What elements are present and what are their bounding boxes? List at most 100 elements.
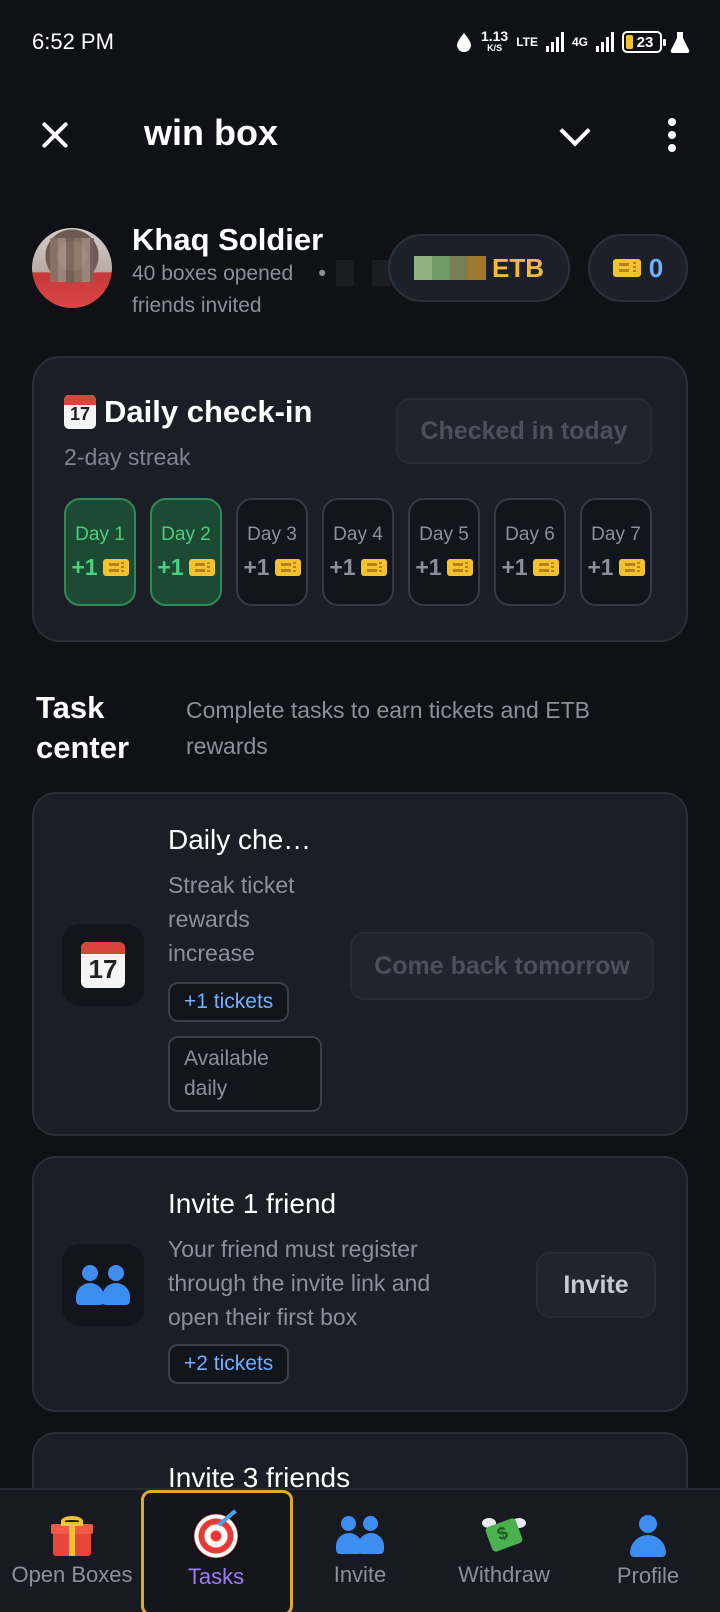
nav-label: Tasks <box>187 1564 245 1589</box>
day-reward: +1 <box>243 554 301 581</box>
4g-label: 4G <box>571 35 588 49</box>
ticket-icon <box>360 558 387 576</box>
ticket-icon <box>446 558 473 576</box>
username: Khaq Soldier <box>132 222 324 257</box>
streak-text: 2-day streak <box>64 444 191 470</box>
calendar-icon: 17 <box>81 942 125 988</box>
nav-label: Open Boxes <box>11 1562 133 1587</box>
calendar-day: 17 <box>69 404 91 424</box>
nav-label: Invite <box>333 1562 387 1587</box>
avatar[interactable] <box>32 228 112 308</box>
task-description: Your friend must register through the in… <box>168 1236 431 1330</box>
people-icon <box>76 1265 130 1305</box>
task-card-daily-checkin: 17 Daily che… Streak ticket rewards incr… <box>32 792 688 1136</box>
signal-icon-2 <box>596 32 614 52</box>
separator-dot: • <box>316 262 329 286</box>
day-reward-value: +1 <box>157 553 184 580</box>
calendar-day: 17 <box>88 954 118 984</box>
bottom-nav: Open Boxes Tasks Invite Withdraw Profile <box>0 1488 720 1612</box>
day-reward-value: +1 <box>71 553 98 580</box>
day-reward: +1 <box>415 553 473 581</box>
nav-open-boxes[interactable]: Open Boxes <box>0 1490 144 1612</box>
etb-balance-pill[interactable]: ETB <box>388 234 570 302</box>
nav-label: Profile <box>616 1563 680 1588</box>
redacted-balance <box>414 256 486 280</box>
daily-checkin-card: 17 Daily check-in 2-day streak Checked i… <box>32 356 688 642</box>
reward-chip: +2 tickets <box>168 1344 290 1384</box>
target-icon <box>194 1514 238 1558</box>
checked-in-button[interactable]: Checked in today <box>396 398 652 464</box>
day-tile-6[interactable]: Day 6 +1 <box>494 498 566 606</box>
nav-label: Withdraw <box>458 1562 550 1587</box>
status-icons: 1.13 K/S LTE 4G 23 <box>455 28 690 54</box>
day-label: Day 5 <box>419 523 469 545</box>
ticket-icon <box>188 558 215 576</box>
day-reward: +1 <box>329 553 387 581</box>
task-icon-box <box>62 1244 144 1326</box>
battery-icon: 23 <box>622 31 666 53</box>
task-center-title: Task center <box>36 690 130 765</box>
calendar-icon: 17 <box>64 395 96 429</box>
task-description: Streak ticket rewards increase <box>168 872 295 966</box>
checkin-days: Day 1 +1 Day 2 +1 Day 3 +1 Day 4 +1 Day … <box>64 498 652 606</box>
day-tile-3[interactable]: Day 3 +1 <box>236 498 308 606</box>
day-tile-2[interactable]: Day 2 +1 <box>150 498 222 606</box>
close-icon[interactable] <box>36 116 74 154</box>
day-label: Day 7 <box>591 523 641 545</box>
net-speed-value: 1.13 <box>480 28 509 44</box>
nav-withdraw[interactable]: Withdraw <box>432 1490 576 1612</box>
task-center-subtitle: Complete tasks to earn tickets and ETB r… <box>186 697 590 759</box>
ticket-icon <box>612 259 641 277</box>
day-reward: +1 <box>587 554 645 581</box>
flask-icon <box>670 32 690 53</box>
chevron-down-icon[interactable] <box>558 118 592 152</box>
task-title: Daily che… <box>168 824 312 855</box>
ticket-icon <box>618 558 645 576</box>
day-reward-value: +1 <box>329 553 356 580</box>
day-tile-4[interactable]: Day 4 +1 <box>322 498 394 606</box>
status-time: 6:52 PM <box>32 29 114 54</box>
status-bar: 6:52 PM 1.13 K/S LTE 4G 23 <box>0 0 720 84</box>
nav-invite[interactable]: Invite <box>288 1490 432 1612</box>
task-card-invite-1: Invite 1 friend Your friend must registe… <box>32 1156 688 1412</box>
task-title: Invite 1 friend <box>168 1188 337 1219</box>
day-label: Day 6 <box>505 523 555 545</box>
day-label: Day 3 <box>247 523 297 545</box>
ticket-count: 0 <box>648 252 664 283</box>
day-label: Day 1 <box>75 523 125 545</box>
task-icon-box: 17 <box>62 924 144 1006</box>
etb-label: ETB <box>492 252 544 283</box>
day-tile-5[interactable]: Day 5 +1 <box>408 498 480 606</box>
day-reward-value: +1 <box>415 553 442 580</box>
battery-level: 23 <box>636 33 654 51</box>
ticket-balance-pill[interactable]: 0 <box>588 234 688 302</box>
checkin-title-text: Daily check-in <box>104 394 313 429</box>
ticket-icon <box>274 558 301 576</box>
ticket-icon <box>532 558 559 576</box>
person-icon <box>628 1515 668 1557</box>
ticket-icon <box>102 558 129 576</box>
day-reward-value: +1 <box>501 553 528 580</box>
people-icon <box>336 1516 384 1556</box>
invite-button[interactable]: Invite <box>536 1252 656 1318</box>
data-saver-icon <box>456 33 471 52</box>
day-label: Day 4 <box>333 523 383 545</box>
nav-profile[interactable]: Profile <box>576 1490 720 1612</box>
nav-tasks[interactable]: Tasks <box>141 1490 293 1612</box>
app-header: win box <box>0 100 720 172</box>
gift-icon <box>51 1516 93 1556</box>
signal-icon <box>545 32 564 52</box>
lte-label: LTE <box>516 35 538 49</box>
come-back-tomorrow-button[interactable]: Come back tomorrow <box>350 932 654 1000</box>
page-title: win box <box>144 112 278 153</box>
day-tile-1[interactable]: Day 1 +1 <box>64 498 136 606</box>
more-vert-icon[interactable] <box>660 114 684 156</box>
day-reward: +1 <box>157 553 215 581</box>
redacted-count <box>336 260 390 286</box>
net-speed-unit: K/S <box>487 43 503 53</box>
checkin-title: 17 Daily check-in <box>64 394 312 430</box>
day-tile-7[interactable]: Day 7 +1 <box>580 498 652 606</box>
boxes-opened: 40 boxes opened <box>132 262 294 285</box>
reward-chip: +1 tickets <box>168 982 290 1022</box>
profile-summary: Khaq Soldier 40 boxes opened • friends i… <box>0 220 720 320</box>
